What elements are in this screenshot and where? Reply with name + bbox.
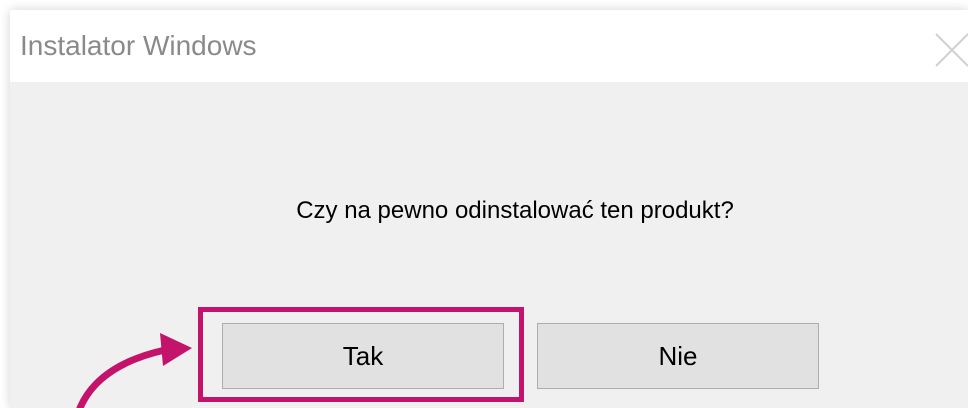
- yes-button[interactable]: Tak: [222, 323, 504, 389]
- no-button-label: Nie: [658, 340, 698, 371]
- window-title: Instalator Windows: [20, 30, 257, 61]
- title-bar[interactable]: Instalator Windows: [10, 10, 968, 82]
- no-button[interactable]: Nie: [537, 323, 819, 389]
- close-button[interactable]: [928, 24, 968, 68]
- screenshot-stage: Instalator Windows Czy na pewno odinstal…: [0, 0, 968, 408]
- yes-button-label: Tak: [342, 340, 384, 371]
- dialog-message: Czy na pewno odinstalować ten produkt?: [296, 197, 734, 224]
- close-icon: [928, 24, 968, 68]
- installer-dialog: Instalator Windows Czy na pewno odinstal…: [10, 10, 968, 408]
